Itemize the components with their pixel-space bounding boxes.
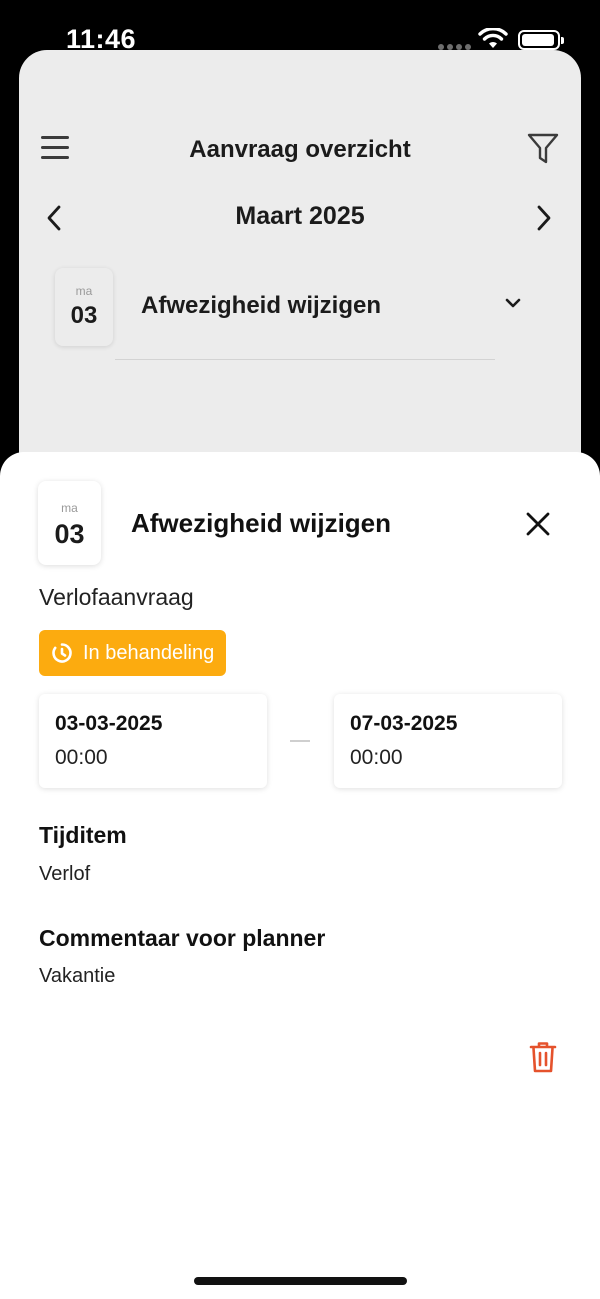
end-time: 00:00 xyxy=(350,746,403,769)
status-badge: In behandeling xyxy=(39,630,227,676)
request-type: Verlofaanvraag xyxy=(39,584,194,610)
sheet-day: 03 xyxy=(54,519,85,549)
entry-date-box: ma 03 xyxy=(55,268,113,346)
entry-divider xyxy=(115,359,495,360)
entry-day: 03 xyxy=(70,302,98,329)
time-item-label: Tijditem xyxy=(39,822,127,848)
wifi-icon xyxy=(478,28,508,48)
end-date: 07-03-2025 xyxy=(350,712,458,735)
time-item-value: Verlof xyxy=(39,863,91,885)
battery-icon xyxy=(518,30,564,50)
status-text: In behandeling xyxy=(83,641,215,664)
close-icon[interactable] xyxy=(524,510,552,538)
page-title: Aanvraag overzicht xyxy=(189,136,411,163)
status-bar: 11:46 xyxy=(0,0,600,54)
start-time: 00:00 xyxy=(55,746,108,769)
month-label: Maart 2025 xyxy=(235,202,365,230)
sheet-weekday: ma xyxy=(61,501,78,515)
entry-title[interactable]: Afwezigheid wijzigen xyxy=(141,292,381,320)
sheet-title: Afwezigheid wijzigen xyxy=(131,508,392,538)
detail-sheet: ma 03 Afwezigheid wijzigen Verlofaanvraa… xyxy=(0,452,600,1299)
home-indicator xyxy=(194,1277,407,1285)
sheet-date-box: ma 03 xyxy=(38,481,101,565)
trash-icon[interactable] xyxy=(528,1040,558,1074)
pending-clock-icon xyxy=(52,643,72,663)
chevron-down-icon[interactable] xyxy=(505,298,521,310)
planner-comment-value: Vakantie xyxy=(39,965,116,987)
date-range-separator xyxy=(290,740,310,742)
start-date: 03-03-2025 xyxy=(55,712,163,735)
filter-icon[interactable] xyxy=(527,132,559,166)
planner-comment-label: Commentaar voor planner xyxy=(39,925,326,951)
screen: 11:46 Aanvraag overzicht Maart 2025 ma 0… xyxy=(0,0,600,1299)
background-page: Aanvraag overzicht Maart 2025 ma 03 Afwe… xyxy=(19,50,581,510)
next-month-icon[interactable] xyxy=(535,204,553,232)
end-date-field[interactable]: 07-03-2025 00:00 xyxy=(334,694,562,788)
entry-weekday: ma xyxy=(75,284,93,298)
start-date-field[interactable]: 03-03-2025 00:00 xyxy=(39,694,267,788)
